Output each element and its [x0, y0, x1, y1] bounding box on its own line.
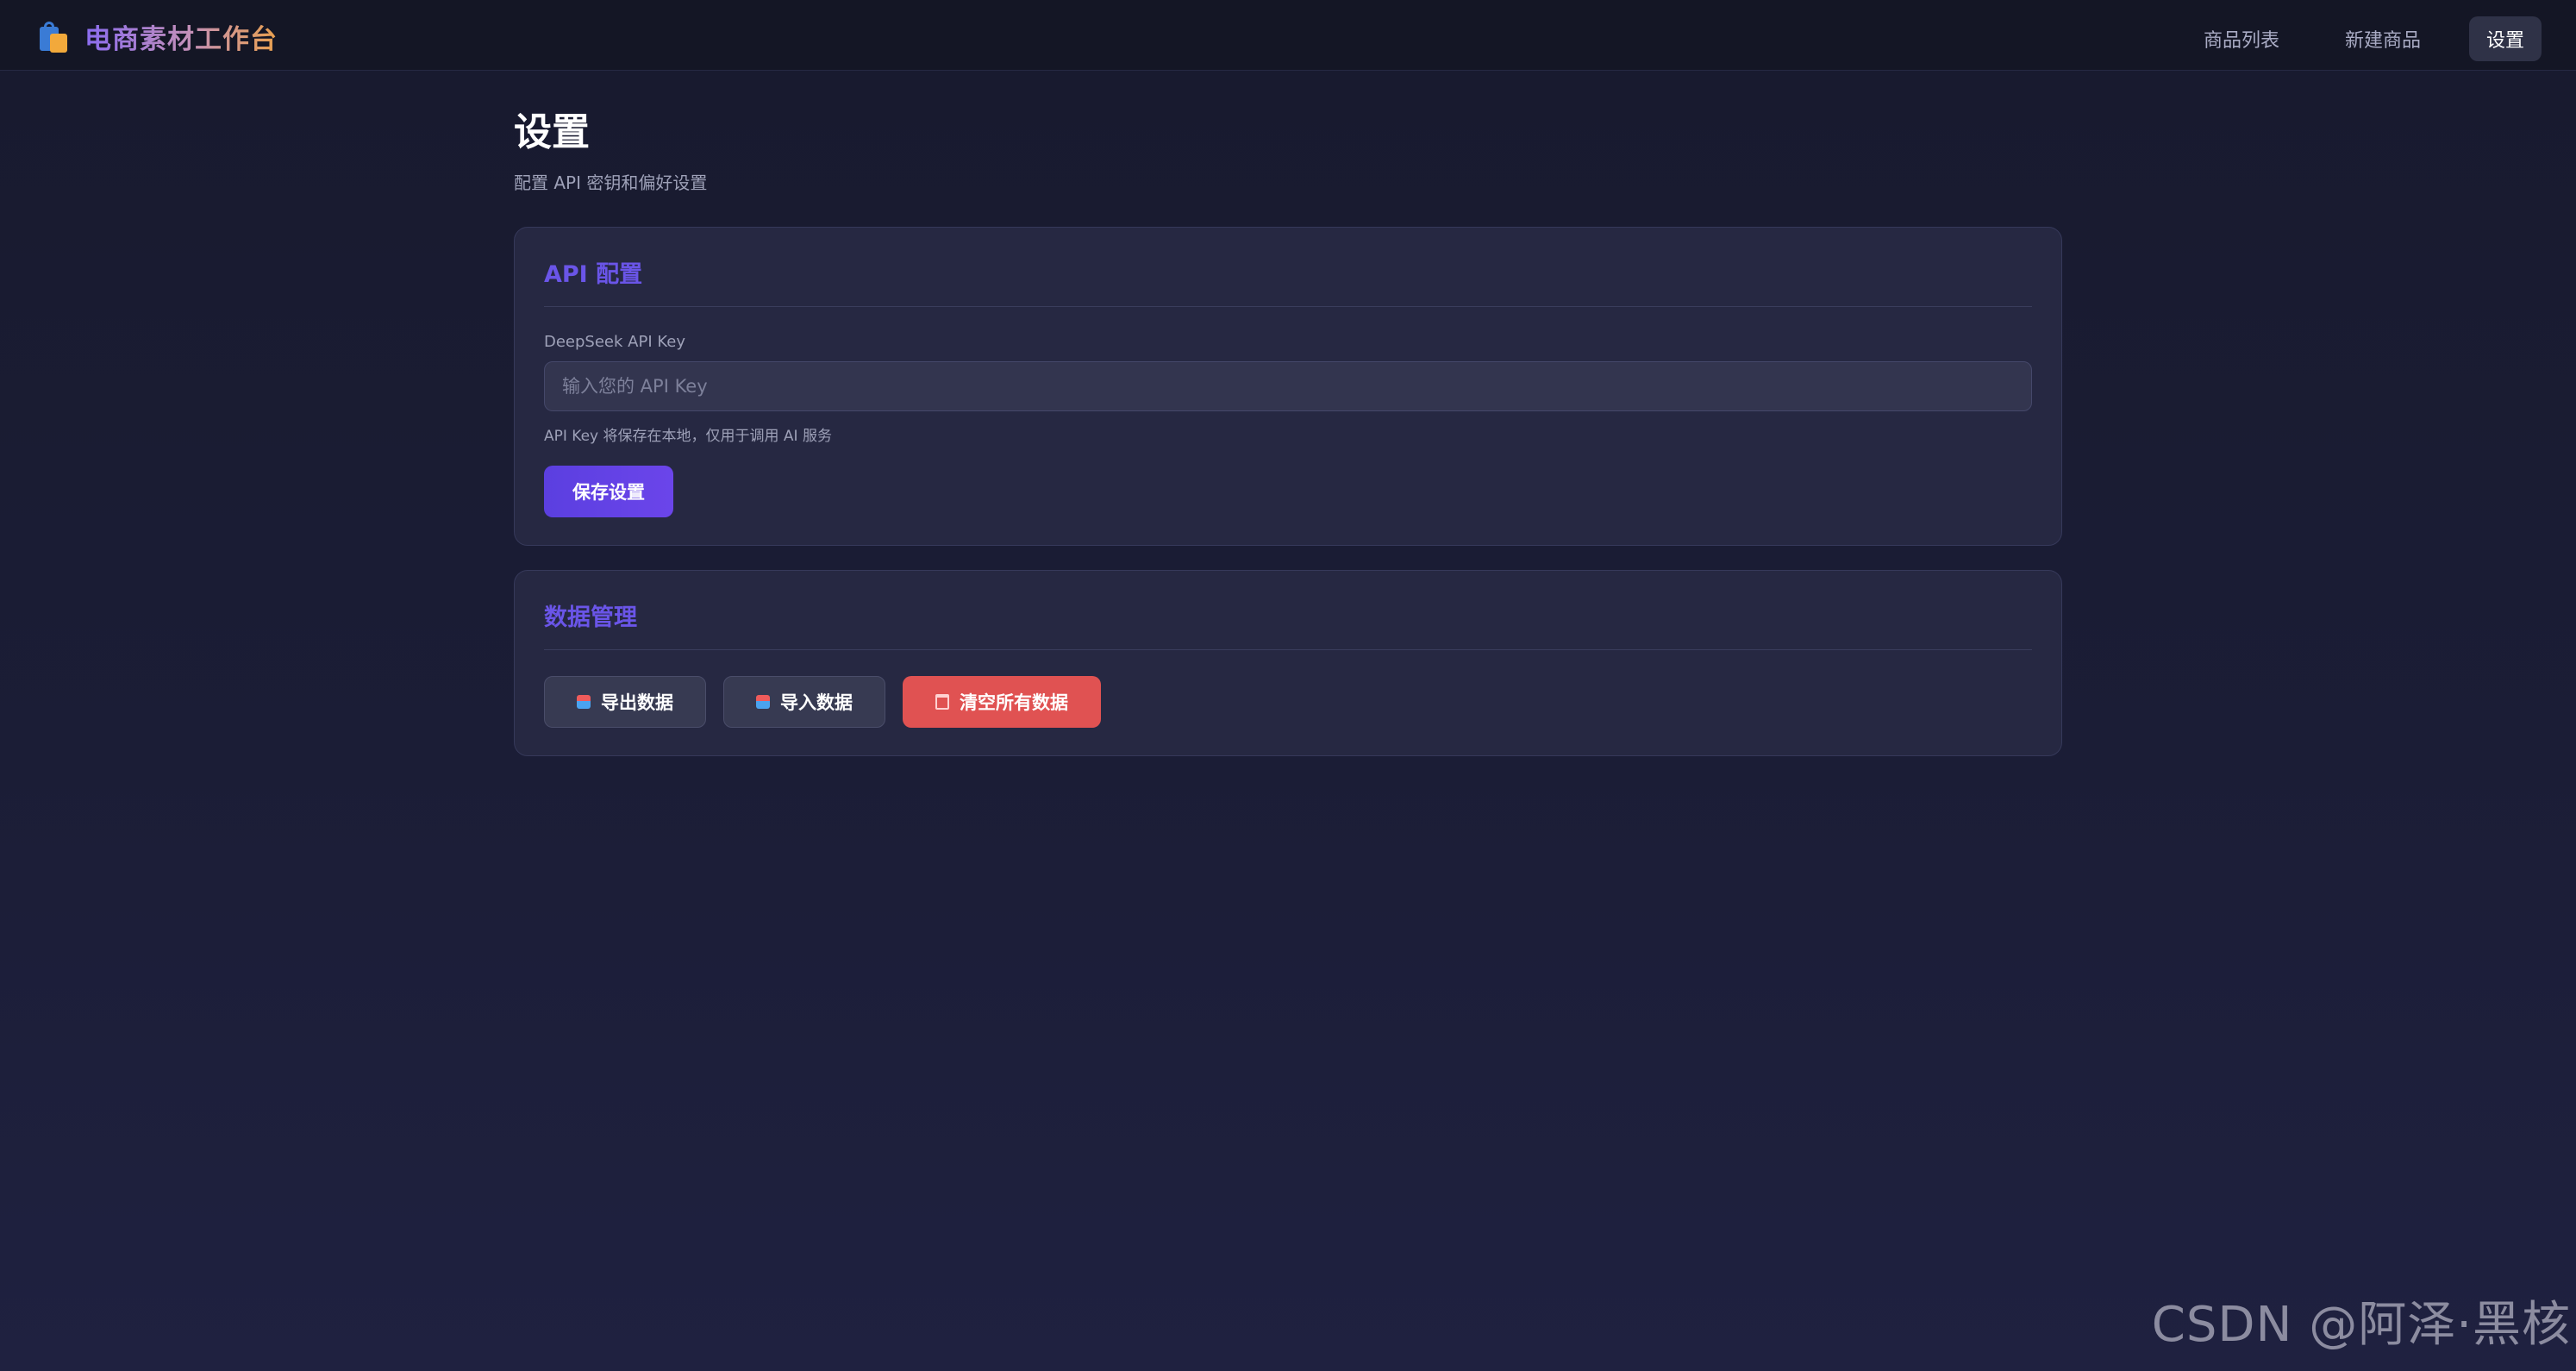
package-icon: [756, 695, 770, 709]
api-config-title: API 配置: [544, 261, 643, 288]
nav-item-new-product[interactable]: 新建商品: [2328, 16, 2438, 61]
data-management-card: 数据管理 导出数据 导入数据 清空所有数据: [514, 570, 2062, 756]
top-navbar: 电商素材工作台 商品列表 新建商品 设置: [0, 0, 2576, 71]
clear-all-data-label: 清空所有数据: [960, 692, 1068, 713]
data-management-title: 数据管理: [544, 604, 637, 631]
nav-item-product-list[interactable]: 商品列表: [2186, 16, 2297, 61]
package-icon: [577, 695, 591, 709]
page-subtitle: 配置 API 密钥和偏好设置: [514, 172, 708, 193]
watermark: CSDN @阿泽·黑核: [2151, 1297, 2571, 1353]
export-data-label: 导出数据: [601, 692, 673, 713]
api-config-card: API 配置 DeepSeek API Key API Key 将保存在本地，仅…: [514, 227, 2062, 546]
api-key-hint: API Key 将保存在本地，仅用于调用 AI 服务: [544, 428, 832, 445]
save-settings-button[interactable]: 保存设置: [544, 466, 673, 517]
page-title: 设置: [514, 110, 590, 154]
import-data-label: 导入数据: [780, 692, 853, 713]
import-data-button[interactable]: 导入数据: [723, 676, 885, 728]
app-title: 电商素材工作台: [84, 17, 278, 56]
settings-page: 设置 配置 API 密钥和偏好设置 API 配置 DeepSeek API Ke…: [514, 107, 2062, 756]
divider: [544, 306, 2032, 307]
export-data-button[interactable]: 导出数据: [544, 676, 706, 728]
shopping-bags-icon: [38, 20, 69, 54]
brand[interactable]: 电商素材工作台: [38, 17, 278, 56]
data-actions: 导出数据 导入数据 清空所有数据: [544, 676, 2032, 728]
trash-icon: [935, 694, 949, 710]
nav-item-settings[interactable]: 设置: [2468, 16, 2542, 61]
main-nav: 商品列表 新建商品 设置: [2155, 16, 2542, 61]
save-settings-label: 保存设置: [572, 482, 645, 503]
clear-all-data-button[interactable]: 清空所有数据: [903, 676, 1101, 728]
api-key-input[interactable]: [544, 361, 2032, 411]
api-key-label: DeepSeek API Key: [544, 333, 685, 351]
divider: [544, 649, 2032, 650]
